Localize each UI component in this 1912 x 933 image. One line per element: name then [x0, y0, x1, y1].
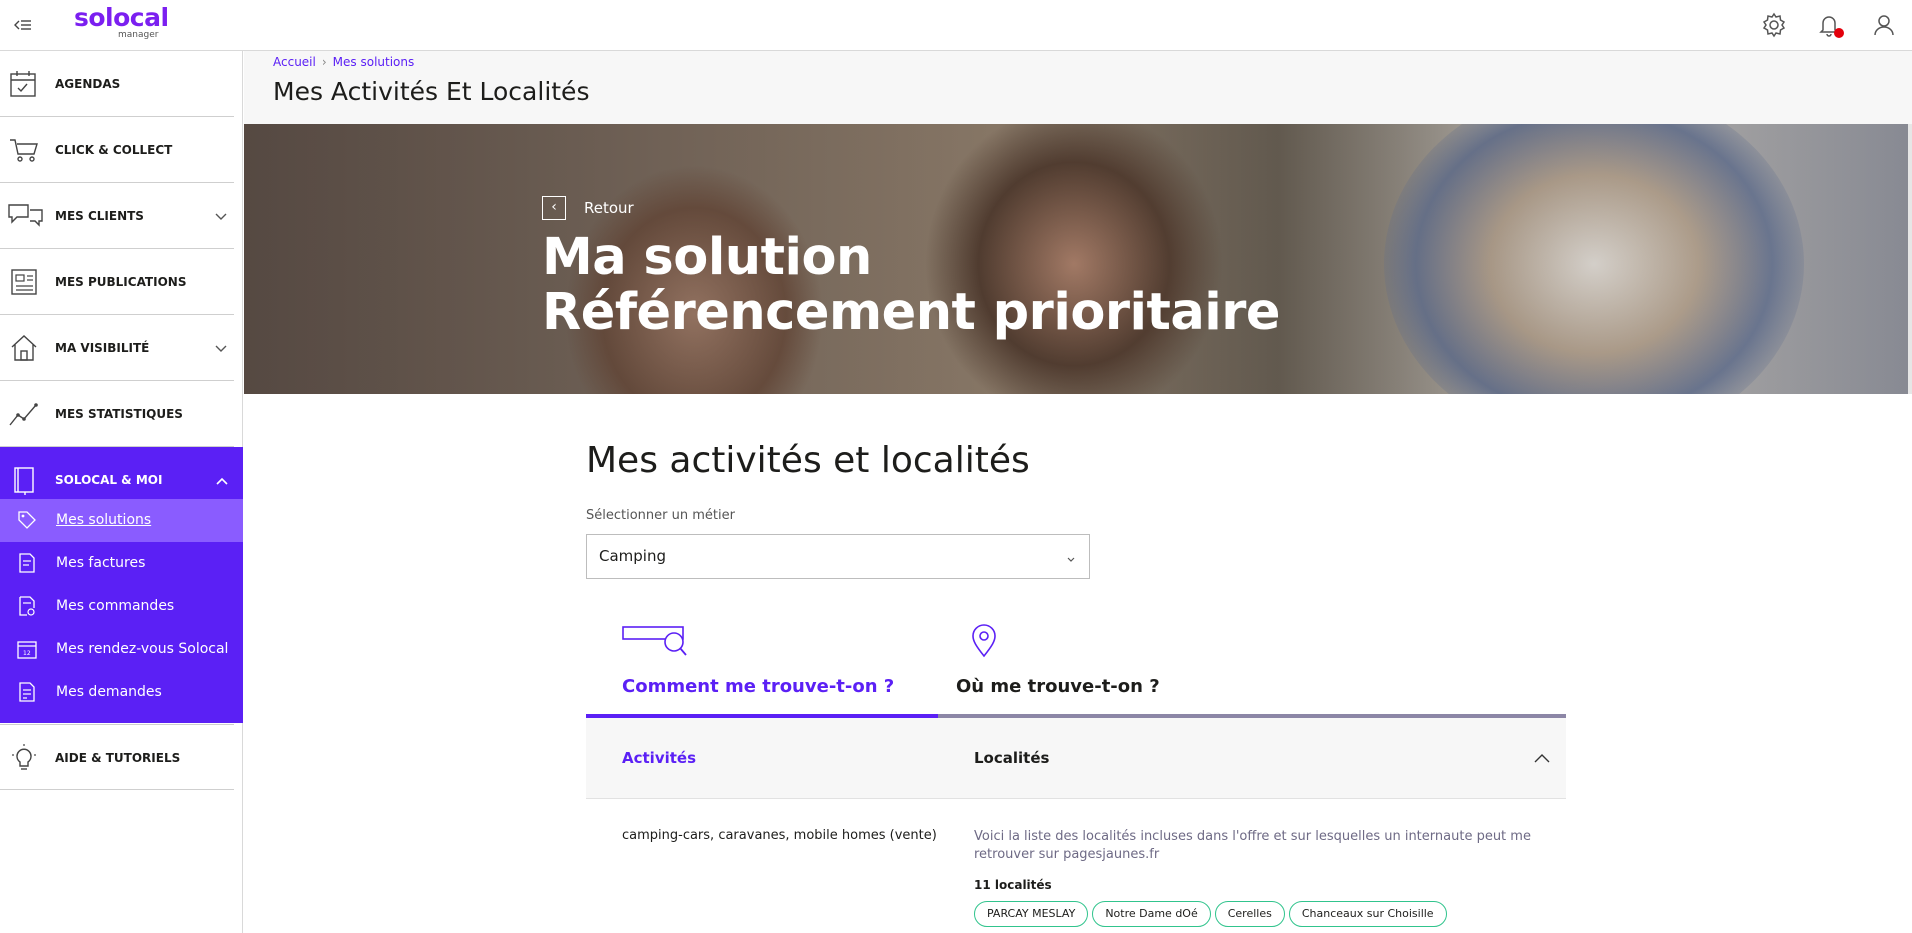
chevron-down-icon: [1065, 551, 1077, 563]
sidebar-item-mes-clients[interactable]: MES CLIENTS: [0, 183, 234, 249]
sidebar-subitem-mes-demandes[interactable]: Mes demandes: [0, 671, 243, 714]
back-label: Retour: [584, 199, 634, 217]
select-value: Camping: [599, 547, 666, 565]
chevron-up-icon[interactable]: [215, 473, 229, 487]
sidebar-subitem-label: Mes commandes: [56, 598, 175, 614]
chevron-left-icon: ‹: [542, 196, 566, 220]
sidebar-submenu: Mes solutions Mes factures Mes commandes…: [0, 499, 243, 723]
localities-count: 11 localités: [974, 878, 1052, 892]
sidebar-item-click-collect[interactable]: CLICK & COLLECT: [0, 117, 234, 183]
sidebar-subitem-label: Mes factures: [56, 555, 146, 571]
tabs: Comment me trouve-t-on ? Où me trouve-t-…: [586, 620, 1566, 714]
tab-ou-me-trouve-t-on[interactable]: Où me trouve-t-on ?: [938, 620, 1566, 714]
sidebar-subitem-label: Mes solutions: [56, 512, 152, 528]
col-activities: Activités: [622, 749, 697, 767]
page-header: Accueil › Mes solutions Mes Activités Et L…: [244, 51, 1912, 124]
chat-bubbles-icon: [8, 201, 43, 231]
house-icon: [8, 333, 40, 363]
request-icon: [17, 682, 37, 702]
locality-chip[interactable]: Chanceaux sur Choisille: [1288, 901, 1447, 927]
book-icon: [8, 465, 40, 495]
chevron-down-icon[interactable]: [214, 341, 228, 355]
sidebar-subitem-label: Mes rendez-vous Solocal: [56, 641, 229, 657]
sidebar-item-label: MA VISIBILITÉ: [55, 341, 150, 355]
gear-icon[interactable]: [1761, 12, 1787, 38]
invoice-icon: [17, 553, 37, 573]
sidebar-subitem-mes-factures[interactable]: Mes factures: [0, 542, 243, 585]
breadcrumb: Accueil › Mes solutions: [273, 53, 414, 71]
sidebar-item-aide-tutoriels[interactable]: AIDE & TUTORIELS: [0, 724, 234, 790]
scrollbar[interactable]: [1908, 124, 1912, 394]
localities-chips: PARCAY MESLAY Notre Dame dOé Cerelles Chanc…: [974, 901, 1564, 927]
bell-icon[interactable]: [1816, 12, 1844, 38]
top-bar: solocal manager: [0, 0, 1912, 51]
section-title: Mes activités et localités: [586, 440, 1030, 481]
sidebar-item-label: CLICK & COLLECT: [55, 143, 173, 157]
collapse-sidebar-icon[interactable]: [12, 14, 34, 36]
notification-dot: [1834, 28, 1844, 38]
chevron-up-icon[interactable]: [1534, 751, 1550, 765]
select-label: Sélectionner un métier: [586, 508, 735, 523]
sidebar-subitem-mes-solutions[interactable]: Mes solutions: [0, 499, 243, 542]
locality-chip[interactable]: PARCAY MESLAY: [974, 901, 1089, 927]
location-pin-icon: [970, 624, 998, 662]
sidebar-item-label: MES STATISTIQUES: [55, 407, 183, 421]
tab-label: Où me trouve-t-on ?: [956, 676, 1160, 697]
lightbulb-icon: [8, 743, 40, 773]
chart-line-icon: [8, 399, 40, 429]
solocal-logo[interactable]: solocal manager: [74, 3, 170, 41]
sidebar-item-ma-visibilite[interactable]: MA VISIBILITÉ: [0, 315, 234, 381]
tab-label: Comment me trouve-t-on ?: [622, 676, 895, 697]
breadcrumb-current[interactable]: Mes solutions: [333, 55, 415, 69]
calendar-icon: [8, 69, 40, 99]
sidebar-subitem-mes-commandes[interactable]: Mes commandes: [0, 585, 243, 628]
locality-chip[interactable]: Notre Dame dOé: [1092, 901, 1211, 927]
svg-text:12: 12: [23, 650, 31, 657]
user-icon[interactable]: [1871, 12, 1897, 38]
activity-value: camping-cars, caravanes, mobile homes (v…: [622, 828, 937, 843]
col-localities: Localités: [974, 749, 1050, 767]
logo-text: solocal: [74, 3, 169, 32]
sidebar-item-label: MES PUBLICATIONS: [55, 275, 187, 289]
sidebar-item-label: AIDE & TUTORIELS: [55, 751, 181, 765]
hero-title: Ma solution Référencement prioritaire: [542, 228, 1281, 342]
table-header: Activités Localités: [586, 718, 1566, 799]
cart-icon: [8, 135, 40, 165]
metier-select[interactable]: Camping: [586, 534, 1090, 579]
tab-comment-me-trouve-t-on[interactable]: Comment me trouve-t-on ?: [586, 620, 938, 714]
search-bar-icon: [622, 624, 688, 662]
hero-title-line2: Référencement prioritaire: [542, 283, 1281, 342]
sidebar-item-label: AGENDAS: [55, 77, 121, 91]
tag-icon: [17, 510, 37, 530]
sidebar-item-mes-publications[interactable]: MES PUBLICATIONS: [0, 249, 234, 315]
sidebar-subitem-mes-rendez-vous[interactable]: 12 Mes rendez-vous Solocal: [0, 628, 243, 671]
sidebar: AGENDAS CLICK & COLLECT MES CLIENTS MES …: [0, 51, 243, 933]
hero-banner: ‹ Retour Ma solution Référencement prior…: [244, 124, 1912, 394]
publication-icon: [8, 267, 40, 297]
sidebar-subitem-label: Mes demandes: [56, 684, 162, 700]
breadcrumb-separator: ›: [321, 55, 327, 69]
chevron-down-icon[interactable]: [214, 209, 228, 223]
calendar-12-icon: 12: [17, 639, 37, 659]
sidebar-item-mes-statistiques[interactable]: MES STATISTIQUES: [0, 381, 234, 447]
localities-description: Voici la liste des localités incluses da…: [974, 829, 1531, 862]
locality-chip[interactable]: Cerelles: [1214, 901, 1285, 927]
order-icon: [17, 596, 37, 616]
sidebar-item-label: MES CLIENTS: [55, 209, 144, 223]
breadcrumb-home-link[interactable]: Accueil: [273, 55, 316, 69]
hero-title-line1: Ma solution: [542, 228, 872, 287]
logo-subtext: manager: [118, 30, 159, 40]
sidebar-item-agendas[interactable]: AGENDAS: [0, 51, 234, 117]
page-title: Mes Activités Et Localités: [273, 77, 590, 106]
